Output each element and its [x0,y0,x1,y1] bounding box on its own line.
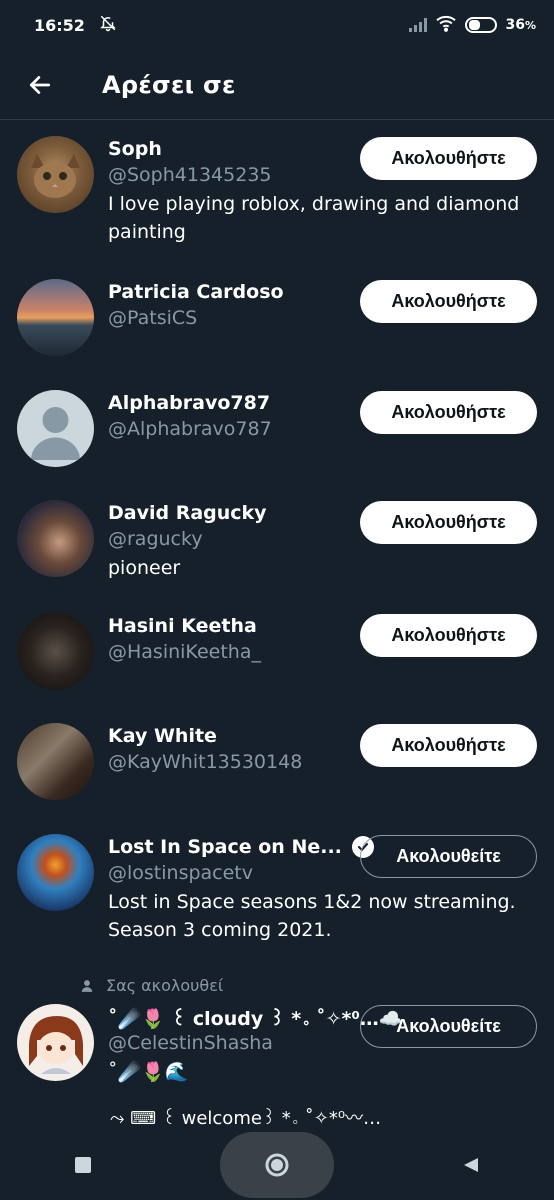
status-bar: 16:52 36% [0,0,554,50]
following-button[interactable]: Ακολουθείτε [360,1005,537,1048]
list-item[interactable]: David Ragucky @ragucky pioneer Ακολουθήσ… [0,500,554,582]
list-item[interactable]: Soph @Soph41345235 I love playing roblox… [0,136,554,246]
user-name: David Ragucky [108,502,267,524]
follows-you-label: Σας ακολουθεί [80,976,223,995]
list-item[interactable]: Patricia Cardoso @PatsiCS Ακολουθήστε [0,279,554,356]
follow-button[interactable]: Ακολουθήστε [360,724,537,767]
user-name: ˚☄️🌷 ꒰ cloudy ꒱ *。˚✧*⁰…☁️ [108,1007,403,1030]
person-icon [81,979,93,992]
bio-snippet: ⤳ ⌨ ꒰ welcome꒱ *。˚✧*⁰〰… [110,1108,382,1129]
circle-icon [265,1153,289,1177]
list-item[interactable]: Kay White @KayWhit13530148 Ακολουθήστε [0,723,554,800]
system-nav-bar [0,1130,554,1200]
signal-icon [409,18,428,32]
avatar[interactable] [17,1004,94,1081]
wifi-icon [435,14,457,36]
user-bio: Lost in Space seasons 1&2 now streaming.… [108,891,516,941]
default-avatar-icon[interactable] [17,390,94,467]
avatar[interactable] [17,136,94,213]
battery-percent: 36% [505,17,536,33]
user-name: Soph [108,138,162,160]
list-item[interactable]: ˚☄️🌷 ꒰ cloudy ꒱ *。˚✧*⁰…☁️ @CelestinShash… [0,1004,554,1086]
page-title: Αρέσει σε [102,70,236,99]
user-name: Alphabravo787 [108,392,271,414]
user-bio: I love playing roblox, drawing and diamo… [108,193,520,243]
recents-button[interactable] [53,1135,113,1195]
clock: 16:52 [34,15,85,35]
arrow-left-icon [29,75,51,94]
list-item[interactable]: Alphabravo787 @Alphabravo787 Ακολουθήστε [0,390,554,467]
follow-button[interactable]: Ακολουθήστε [360,280,537,323]
user-name: Kay White [108,725,217,747]
app-header: Αρέσει σε [0,50,554,120]
user-name: Hasini Keetha [108,615,257,637]
avatar[interactable] [17,834,94,911]
list-item[interactable]: Hasini Keetha @HasiniKeetha_ Ακολουθήστε [0,613,554,690]
avatar[interactable] [17,279,94,356]
avatar[interactable] [17,500,94,577]
list-item[interactable]: Lost In Space on Ne... @lostinspacetv Lo… [0,834,554,944]
follow-button[interactable]: Ακολουθήστε [360,391,537,434]
user-name: Lost In Space on Ne... [108,836,342,858]
bell-off-icon [99,14,117,36]
triangle-back-icon [463,1158,478,1172]
avatar[interactable] [17,613,94,690]
follow-button[interactable]: Ακολουθήστε [360,137,537,180]
home-button[interactable] [219,1132,334,1198]
avatar[interactable] [17,723,94,800]
follow-button[interactable]: Ακολουθήστε [360,501,537,544]
user-bio: pioneer [108,557,181,579]
user-bio: ˚☄️🌷🌊 [108,1061,189,1083]
back-button[interactable] [0,50,80,120]
back-nav-button[interactable] [441,1135,501,1195]
user-name: Patricia Cardoso [108,281,284,303]
battery-icon [465,17,498,33]
follow-button[interactable]: Ακολουθήστε [360,614,537,657]
following-button[interactable]: Ακολουθείτε [360,835,537,878]
square-icon [75,1157,92,1173]
